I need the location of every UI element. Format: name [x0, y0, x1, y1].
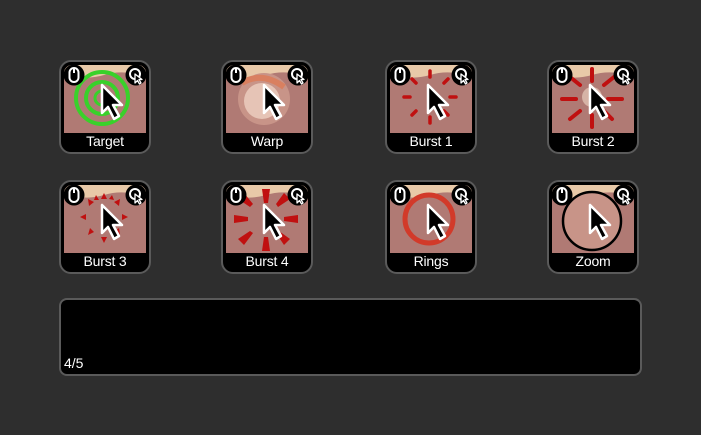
effect-tile-warp[interactable]: Warp — [221, 60, 313, 154]
mouse-icon — [63, 184, 85, 206]
click-icon — [125, 64, 147, 86]
mouse-icon — [225, 184, 247, 206]
mouse-icon — [551, 184, 573, 206]
click-icon — [287, 64, 309, 86]
description-panel: 4/5 — [59, 298, 642, 376]
effect-label: Target — [86, 133, 124, 149]
effect-label: Zoom — [575, 253, 611, 269]
effect-tile-burst-3[interactable]: Burst 3 — [59, 180, 151, 274]
effect-tile-burst-2[interactable]: Burst 2 — [547, 60, 639, 154]
click-icon — [451, 184, 473, 206]
mouse-icon — [551, 64, 573, 86]
effect-label: Burst 1 — [409, 133, 453, 149]
effect-tile-burst-4[interactable]: Burst 4 — [221, 180, 313, 274]
effect-tile-zoom[interactable]: Zoom — [547, 180, 639, 274]
effect-label: Rings — [413, 253, 449, 269]
mouse-icon — [389, 64, 411, 86]
click-icon — [613, 64, 635, 86]
click-icon — [125, 184, 147, 206]
effect-tile-burst-1[interactable]: Burst 1 — [385, 60, 477, 154]
effect-label: Burst 3 — [83, 253, 127, 269]
mouse-icon — [389, 184, 411, 206]
effects-panel: Target Warp Burst 1 Burst 2 Burst 3 Burs… — [0, 0, 701, 435]
page-indicator: 4/5 — [64, 355, 84, 371]
effect-tile-rings[interactable]: Rings — [385, 180, 477, 274]
effect-label: Burst 2 — [571, 133, 615, 149]
effect-tile-target[interactable]: Target — [59, 60, 151, 154]
click-icon — [287, 184, 309, 206]
effect-label: Warp — [250, 133, 284, 149]
click-icon — [613, 184, 635, 206]
effect-label: Burst 4 — [245, 253, 289, 269]
click-icon — [451, 64, 473, 86]
mouse-icon — [225, 64, 247, 86]
mouse-icon — [63, 64, 85, 86]
